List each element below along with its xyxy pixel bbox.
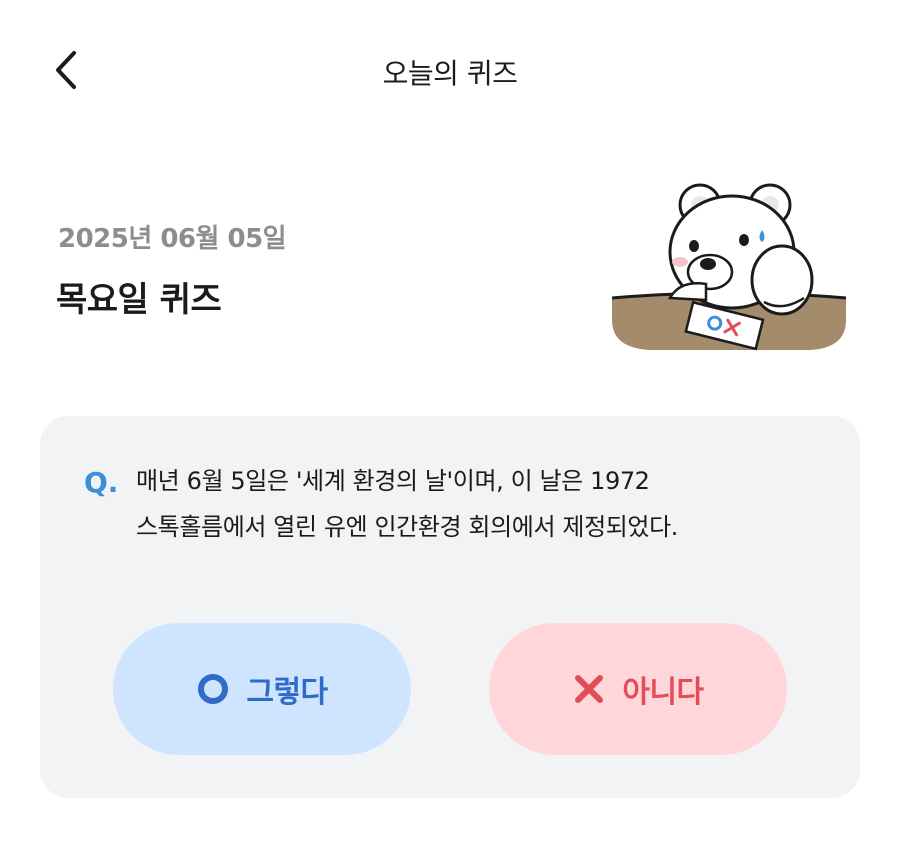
bear-mascot-illustration <box>611 183 847 351</box>
answer-no-label: 아니다 <box>622 675 704 710</box>
quiz-day-title: 목요일 퀴즈 <box>56 280 222 320</box>
circle-o-icon <box>196 672 230 706</box>
answer-yes-button[interactable]: 그렇다 <box>113 623 411 755</box>
question-line-1: 매년 6월 5일은 '세계 환경의 날'이며, 이 날은 1972 <box>136 467 650 495</box>
question-marker: Q. <box>84 466 119 499</box>
answer-yes-label: 그렇다 <box>246 675 328 710</box>
top-bar: 오늘의 퀴즈 <box>0 0 900 140</box>
question-text: 매년 6월 5일은 '세계 환경의 날'이며, 이 날은 1972 스톡홀름에서… <box>136 458 776 550</box>
x-mark-icon <box>572 672 606 706</box>
quiz-card: Q. 매년 6월 5일은 '세계 환경의 날'이며, 이 날은 1972 스톡홀… <box>40 416 860 798</box>
question-line-2: 스톡홀름에서 열린 유엔 인간환경 회의에서 제정되었다. <box>136 513 679 541</box>
quiz-date: 2025년 06월 05일 <box>58 224 287 254</box>
answer-no-button[interactable]: 아니다 <box>489 623 787 755</box>
page-title: 오늘의 퀴즈 <box>382 57 518 90</box>
